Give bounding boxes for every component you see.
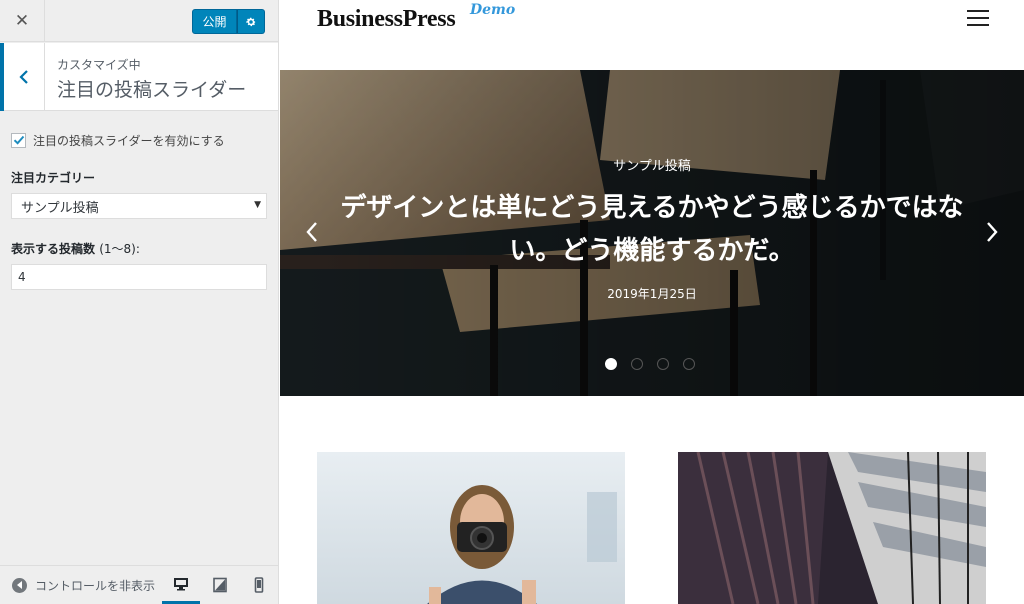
site-logo-text: BusinessPress [317,6,456,32]
slide-date: 2019年1月25日 [607,287,697,301]
post-thumbnail-library [678,452,986,604]
enable-slider-label: 注目の投稿スライダーを有効にする [33,133,225,148]
desktop-icon [174,577,188,590]
category-label: 注目カテゴリー [11,171,96,185]
customizing-label: カスタマイズ中 [57,58,141,72]
slider-prev-button[interactable] [305,221,319,247]
publish-settings-button[interactable] [237,9,265,34]
post-count-label-text: 表示する投稿数 [11,242,96,256]
chevron-left-icon [306,222,317,242]
post-count-hint: (1〜8): [99,242,140,256]
preview-tablet-button[interactable] [201,566,239,604]
close-customizer-button[interactable]: ✕ [0,0,45,42]
post-count-input[interactable]: 4 [11,264,267,290]
gear-icon [246,17,256,26]
slider-next-button[interactable] [985,221,999,247]
slider-dot[interactable] [605,358,617,370]
slider-dot[interactable] [631,358,643,370]
publish-button[interactable]: 公開 [192,9,237,34]
featured-slider: サンプル投稿 デザインとは単にどう見えるかやどう感じるかではない。どう機能するか… [280,70,1024,396]
preview-mobile-button[interactable] [240,566,278,604]
post-card-image[interactable] [317,452,625,604]
post-count-label: 表示する投稿数 (1〜8): [11,240,267,257]
site-logo[interactable]: BusinessPress [317,6,456,33]
section-title: 注目の投稿スライダー [57,79,247,101]
hide-controls-button[interactable]: コントロールを非表示 [12,566,158,604]
customizer-header: ✕ 公開 [0,0,278,42]
close-icon: ✕ [14,11,30,31]
post-thumbnail-photographer [317,452,625,604]
menu-icon[interactable] [967,10,989,28]
enable-slider-control[interactable]: 注目の投稿スライダーを有効にする [11,132,267,148]
slider-pagination [605,358,709,370]
slide-title[interactable]: デザインとは単にどう見えるかやどう感じるかではない。どう機能するかだ。 [320,187,984,273]
back-button[interactable] [0,43,45,111]
slider-dot[interactable] [683,358,695,370]
controls-panel: 注目の投稿スライダーを有効にする 注目カテゴリー サンプル投稿 ▼ 表示する投稿… [11,120,267,290]
tablet-icon [213,577,227,593]
enable-slider-checkbox[interactable] [11,132,26,148]
dropdown-arrow-icon: ▼ [254,200,261,210]
category-select-value: サンプル投稿 [21,200,99,216]
collapse-arrow-icon [12,577,27,593]
slider-dot[interactable] [657,358,669,370]
customizer-footer: コントロールを非表示 [0,565,278,604]
site-preview: BusinessPress Demo サンプル投稿 デザインとは単にどう見えるか… [280,0,1024,604]
category-select[interactable]: サンプル投稿 ▼ [11,193,267,219]
customizer-sidebar: ✕ 公開 カスタマイズ中 注目の投稿スライダー 注目の投稿スライダーを有効にする… [0,0,279,604]
publish-group: 公開 [192,9,265,34]
checkmark-icon [13,135,24,145]
mobile-icon [254,577,264,593]
site-header: BusinessPress Demo [280,0,1024,70]
post-card-image[interactable] [678,452,986,604]
chevron-left-icon [19,70,28,84]
slide-category[interactable]: サンプル投稿 [280,155,1024,174]
logo-demo-badge: Demo [470,2,516,18]
hide-controls-label: コントロールを非表示 [35,578,156,593]
section-header: カスタマイズ中 注目の投稿スライダー [0,43,278,111]
preview-desktop-button[interactable] [162,566,200,604]
chevron-right-icon [987,222,998,242]
